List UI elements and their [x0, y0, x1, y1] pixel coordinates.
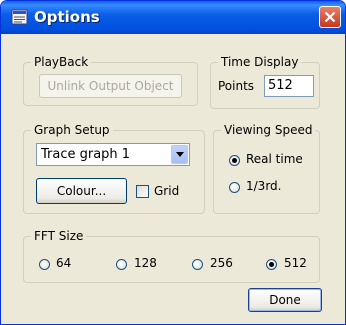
options-dialog: Options PlayBack Unlink Output Object Ti…: [0, 0, 346, 325]
fft-128-label: 128: [134, 256, 157, 270]
fft-256-label: 256: [210, 256, 233, 270]
close-icon: [324, 11, 336, 23]
title-bar[interactable]: Options: [1, 1, 345, 34]
radio-fft-256[interactable]: [192, 259, 203, 270]
radio-fft-64[interactable]: [39, 259, 50, 270]
radio-fft-128[interactable]: [116, 259, 127, 270]
time-display-group: Time Display Points 512: [210, 54, 320, 109]
playback-legend: PlayBack: [31, 54, 92, 70]
graph-setup-legend: Graph Setup: [31, 122, 113, 138]
chevron-down-icon: [176, 152, 184, 157]
graph-setup-group: Graph Setup Trace graph 1 Colour... Grid: [23, 122, 205, 214]
radio-real-time[interactable]: [229, 155, 240, 166]
colour-button[interactable]: Colour...: [36, 178, 127, 204]
radio-fft-512[interactable]: [266, 259, 277, 270]
points-label: Points: [218, 79, 255, 93]
fft-64-label: 64: [56, 256, 72, 270]
time-display-legend: Time Display: [218, 54, 302, 70]
one-third-label: 1/3rd.: [246, 179, 282, 193]
playback-group: PlayBack Unlink Output Object: [23, 54, 198, 106]
close-button[interactable]: [319, 6, 341, 28]
viewing-speed-legend: Viewing Speed: [221, 122, 316, 138]
fft-size-legend: FFT Size: [31, 228, 87, 244]
colour-label: Colour...: [56, 184, 107, 198]
dialog-body: PlayBack Unlink Output Object Time Displ…: [4, 34, 342, 323]
real-time-label: Real time: [246, 152, 303, 166]
graph-select-value: Trace graph 1: [41, 147, 131, 162]
unlink-output-object-button[interactable]: Unlink Output Object: [39, 74, 182, 98]
done-button[interactable]: Done: [248, 288, 322, 312]
radio-one-third[interactable]: [229, 182, 240, 193]
graph-select[interactable]: Trace graph 1: [36, 143, 190, 166]
done-label: Done: [269, 293, 301, 307]
window-title: Options: [34, 8, 100, 26]
fft-512-label: 512: [284, 256, 307, 270]
unlink-output-object-label: Unlink Output Object: [47, 79, 174, 93]
grid-label: Grid: [154, 184, 180, 198]
app-icon: [11, 9, 28, 25]
graph-select-dropdown-button[interactable]: [171, 145, 188, 164]
points-input[interactable]: 512: [264, 75, 314, 97]
grid-checkbox[interactable]: [136, 185, 149, 198]
fft-size-group: FFT Size 64 128 256 512: [23, 228, 320, 283]
viewing-speed-group: Viewing Speed Real time 1/3rd.: [213, 122, 320, 214]
